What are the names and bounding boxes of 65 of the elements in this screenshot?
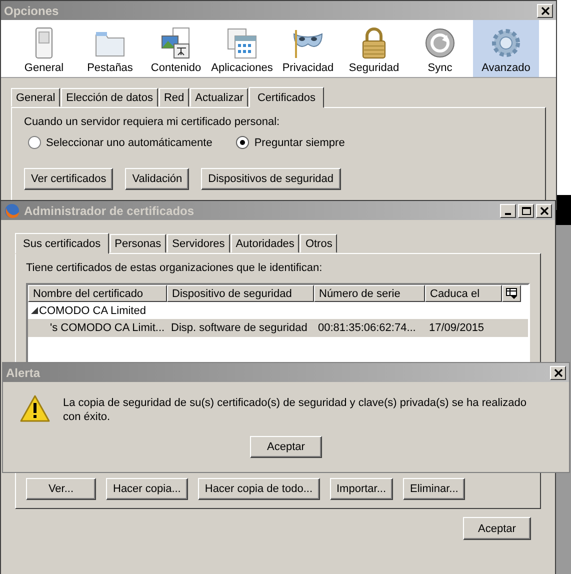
tab[interactable]: Servidores: [167, 234, 230, 253]
maximize-button[interactable]: [518, 204, 534, 218]
tab[interactable]: Actualizar: [190, 88, 248, 107]
close-icon: [540, 206, 548, 214]
sync-icon: [423, 26, 457, 60]
alert-message: La copia de seguridad de su(s) certificado(s) de seguridad y clave(s) privada(s) se ha realizado con éxito.: [63, 396, 528, 424]
tab[interactable]: Elección de datos: [61, 88, 158, 107]
category-item[interactable]: Sync: [407, 20, 473, 77]
group-name: COMODO CA Limited: [39, 304, 146, 316]
accept-button[interactable]: Aceptar: [250, 436, 322, 458]
column-header[interactable]: Nombre del certificado: [28, 285, 167, 302]
close-icon: [540, 6, 550, 14]
radio-button[interactable]: [28, 136, 41, 149]
dialog-button[interactable]: Importar...: [330, 478, 394, 500]
tab[interactable]: Sus certificados: [15, 233, 109, 254]
category-item[interactable]: Privacidad: [275, 20, 341, 77]
gear-icon: [489, 26, 523, 60]
category-item[interactable]: Pestañas: [77, 20, 143, 77]
minimize-button[interactable]: [500, 204, 516, 218]
tab[interactable]: Autoridades: [230, 234, 300, 253]
window-title: Alerta: [6, 366, 40, 380]
dialog-button[interactable]: Hacer copia...: [106, 478, 188, 500]
close-icon: [554, 368, 562, 376]
close-button[interactable]: [550, 366, 566, 380]
tab[interactable]: Certificados: [249, 87, 324, 108]
tab[interactable]: Otros: [300, 234, 338, 253]
radio-label: Preguntar siempre: [254, 136, 345, 148]
radio-option[interactable]: Preguntar siempre: [236, 136, 345, 149]
window-title: Opciones: [4, 4, 59, 18]
radio-option[interactable]: Seleccionar uno automáticamente: [28, 136, 212, 149]
category-item[interactable]: Contenido: [143, 20, 209, 77]
accept-button[interactable]: Aceptar: [463, 517, 531, 540]
dialog-button[interactable]: Validación: [125, 168, 190, 190]
column-picker-button[interactable]: [502, 285, 521, 302]
prompt-label: Cuando un servidor requiera mi certificado personal:: [24, 116, 281, 128]
dialog-button[interactable]: Eliminar...: [403, 478, 466, 500]
column-picker-icon: [506, 288, 517, 299]
expander-icon[interactable]: [31, 307, 38, 314]
globe-icon: [4, 202, 20, 218]
tab[interactable]: Red: [158, 88, 190, 107]
radio-label: Seleccionar uno automáticamente: [46, 136, 212, 148]
category-item[interactable]: Avanzado: [473, 20, 539, 77]
tab[interactable]: Personas: [110, 234, 166, 253]
column-header[interactable]: Caduca el: [425, 285, 502, 302]
category-item[interactable]: Aplicaciones: [209, 20, 275, 77]
tree-group-row[interactable]: COMODO CA Limited: [28, 302, 528, 319]
dialog-button[interactable]: Ver...: [26, 478, 96, 500]
table-row[interactable]: 's COMODO CA Limit... Disp. software de seguridad 00:81:35:06:62:74... 17/09/2015: [28, 319, 528, 337]
radio-button[interactable]: [236, 136, 250, 149]
warning-icon: [19, 394, 51, 424]
maximize-icon: [522, 206, 530, 214]
description-label: Tiene certificados de estas organizaciones que le identifican:: [26, 262, 324, 274]
dialog-button[interactable]: Dispositivos de seguridad: [201, 168, 341, 190]
window-title: Administrador de certificados: [24, 204, 194, 218]
column-header[interactable]: Dispositivo de seguridad: [167, 285, 314, 302]
tab[interactable]: General: [11, 88, 60, 107]
dialog-button[interactable]: Hacer copia de todo...: [198, 478, 320, 500]
calendar-icon: [225, 26, 259, 60]
minimize-icon: [505, 212, 511, 214]
dialog-button[interactable]: Ver certificados: [24, 168, 114, 190]
category-item[interactable]: Seguridad: [341, 20, 407, 77]
column-header[interactable]: Número de serie: [314, 285, 425, 302]
category-item[interactable]: General: [11, 20, 77, 77]
close-button[interactable]: [537, 4, 553, 18]
close-button[interactable]: [536, 204, 552, 218]
